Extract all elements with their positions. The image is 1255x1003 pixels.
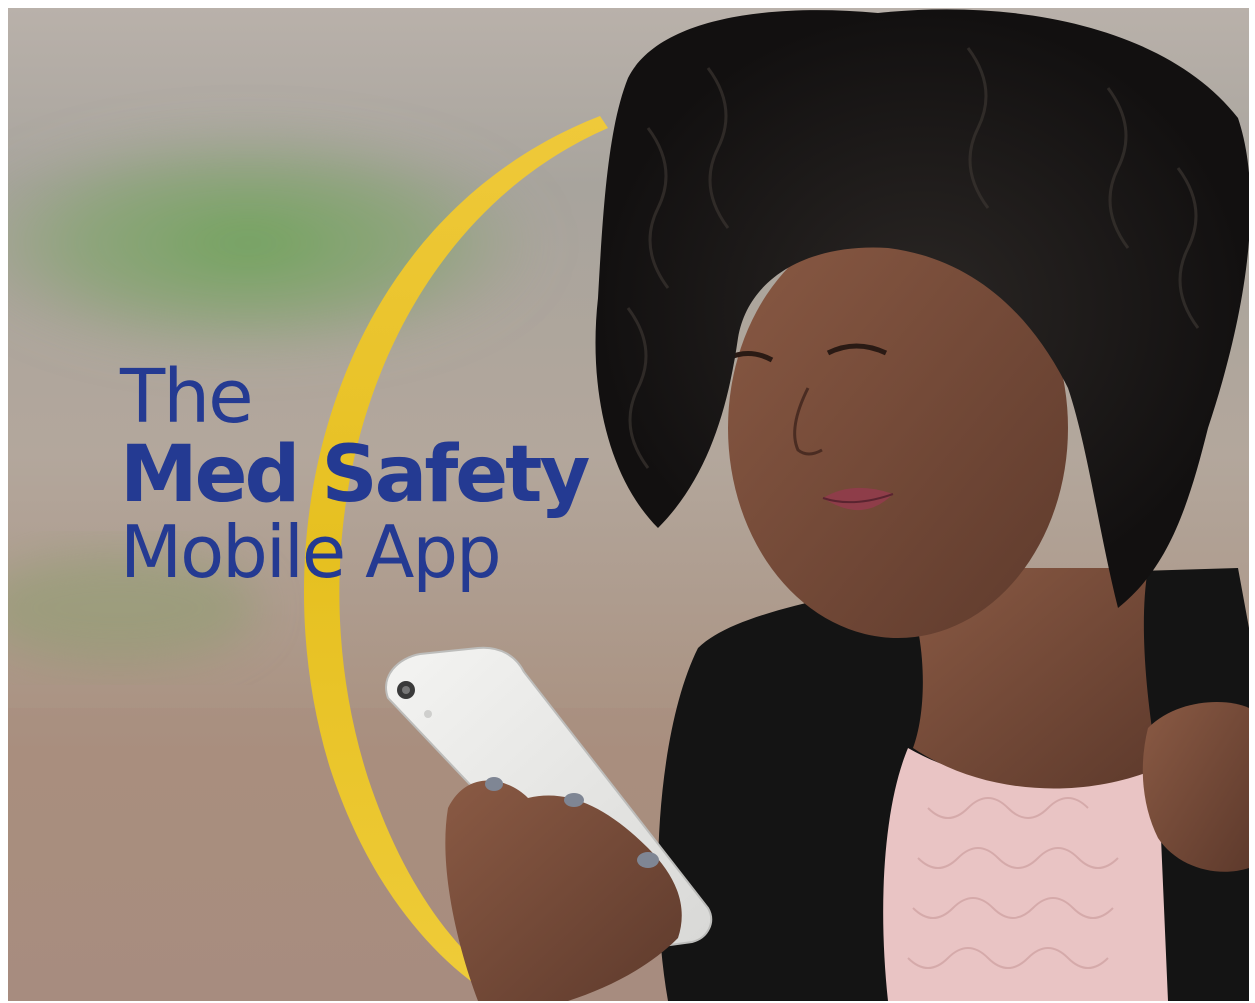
app-title: The Med Safety Mobile App <box>120 354 590 594</box>
title-line-mobile-app: Mobile App <box>120 510 502 594</box>
title-line-med-safety: Med Safety <box>120 430 590 520</box>
title-line-the: The <box>120 354 254 440</box>
promo-banner: The Med Safety Mobile App <box>8 8 1249 1001</box>
